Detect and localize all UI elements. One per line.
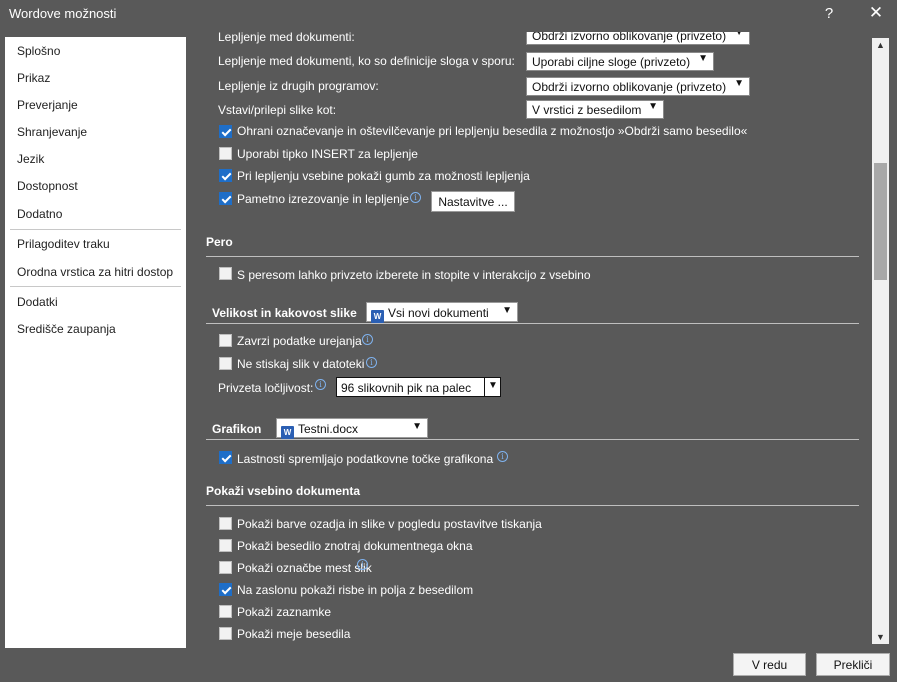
section-header-show-content: Pokaži vsebino dokumenta	[206, 484, 361, 498]
sidebar-item-quick-access-toolbar[interactable]: Orodna vrstica za hitri dostop	[17, 265, 173, 279]
scroll-down-icon[interactable]: ▼	[872, 630, 889, 644]
options-sidebar: Splošno Prikaz Preverjanje Shranjevanje …	[5, 37, 186, 648]
settings-button[interactable]: Nastavitve ...	[431, 191, 515, 212]
show-text-wrapped-checkbox[interactable]	[219, 539, 232, 552]
show-bookmarks-checkbox[interactable]	[219, 605, 232, 618]
chevron-down-icon: ▼	[734, 32, 744, 38]
word-doc-icon: W	[281, 426, 294, 439]
select-value: Vsi novi dokumenti	[388, 306, 489, 320]
chart-properties-checkbox[interactable]	[219, 451, 232, 464]
default-resolution-select[interactable]: 96 slikovnih pik na palec ▼	[336, 377, 501, 397]
show-bookmarks-label: Pokaži zaznamke	[237, 605, 332, 619]
section-divider	[206, 256, 859, 257]
sidebar-item-trust-center[interactable]: Središče zaupanja	[17, 322, 116, 336]
sidebar-item-proofing[interactable]: Preverjanje	[17, 98, 78, 112]
sidebar-item-save[interactable]: Shranjevanje	[17, 125, 87, 139]
select-value: Obdrži izvorno oblikovanje (privzeto)	[532, 32, 727, 43]
info-icon: i	[366, 357, 377, 368]
smart-cut-paste-label: Pametno izrezovanje in lepljenje	[237, 192, 410, 206]
chart-doc-select[interactable]: W Testni.docx ▼	[276, 418, 428, 439]
sidebar-item-addins[interactable]: Dodatki	[17, 295, 58, 309]
info-icon: i	[410, 192, 421, 203]
sidebar-divider	[10, 229, 181, 230]
show-picture-placeholders-label: Pokaži označbe mest slik	[237, 561, 372, 575]
section-header-image-quality: Velikost in kakovost slike	[212, 306, 357, 320]
chevron-down-icon: ▼	[484, 378, 500, 396]
sidebar-divider	[10, 286, 181, 287]
show-drawings-label: Na zaslonu pokaži risbe in polja z besed…	[237, 583, 474, 597]
insert-pictures-as-select[interactable]: V vrstici z besedilom ▼	[526, 100, 664, 119]
title-bar: Wordove možnosti ? ✕	[0, 0, 897, 32]
scroll-up-icon[interactable]: ▲	[872, 38, 889, 52]
info-icon: i	[315, 379, 326, 390]
paste-between-docs-label: Lepljenje med dokumenti:	[218, 32, 355, 44]
sidebar-item-customize-ribbon[interactable]: Prilagoditev traku	[17, 237, 110, 251]
show-background-colors-checkbox[interactable]	[219, 517, 232, 530]
show-text-boundaries-label: Pokaži meje besedila	[237, 627, 351, 641]
window-title: Wordove možnosti	[9, 6, 117, 21]
select-value: V vrstici z besedilom	[532, 103, 642, 117]
sidebar-item-language[interactable]: Jezik	[17, 152, 44, 166]
paste-other-programs-select[interactable]: Obdrži izvorno oblikovanje (privzeto) ▼	[526, 77, 750, 96]
paste-other-programs-label: Lepljenje iz drugih programov:	[218, 79, 379, 93]
paste-between-docs-select[interactable]: Obdrži izvorno oblikovanje (privzeto) ▼	[526, 32, 750, 45]
info-icon: i	[362, 334, 373, 345]
content-scrollbar[interactable]: ▲ ▼	[872, 38, 889, 644]
show-paste-options-label: Pri lepljenju vsebine pokaži gumb za mož…	[237, 169, 530, 183]
select-value: Testni.docx	[298, 422, 359, 436]
keep-bullets-checkbox[interactable]	[219, 125, 232, 138]
smart-cut-paste-checkbox[interactable]	[219, 192, 232, 205]
section-divider	[206, 323, 859, 324]
select-value: 96 slikovnih pik na palec	[341, 381, 472, 395]
no-compress-checkbox[interactable]	[219, 357, 232, 370]
discard-editing-data-checkbox[interactable]	[219, 334, 232, 347]
chevron-down-icon: ▼	[698, 53, 708, 64]
use-insert-key-label: Uporabi tipko INSERT za lepljenje	[237, 147, 418, 161]
chevron-down-icon: ▼	[412, 421, 422, 432]
insert-pictures-as-label: Vstavi/prilepi slike kot:	[218, 103, 337, 117]
show-background-colors-label: Pokaži barve ozadja in slike v pogledu p…	[237, 517, 542, 531]
show-drawings-checkbox[interactable]	[219, 583, 232, 596]
paste-conflict-select[interactable]: Uporabi ciljne sloge (privzeto) ▼	[526, 52, 714, 71]
use-insert-key-checkbox[interactable]	[219, 147, 232, 160]
section-header-chart: Grafikon	[212, 422, 262, 436]
sidebar-item-general[interactable]: Splošno	[17, 44, 60, 58]
image-quality-doc-select[interactable]: W Vsi novi dokumenti ▼	[366, 302, 518, 323]
keep-bullets-label: Ohrani označevanje in oštevilčevanje pri…	[237, 124, 748, 138]
chevron-down-icon: ▼	[648, 101, 658, 112]
close-button[interactable]: ✕	[864, 3, 888, 23]
section-divider	[206, 439, 859, 440]
word-doc-icon: W	[371, 310, 384, 323]
show-text-wrapped-label: Pokaži besedilo znotraj dokumentnega okn…	[237, 539, 473, 553]
pen-interact-label: S peresom lahko privzeto izberete in sto…	[237, 268, 591, 282]
info-icon: i	[357, 559, 368, 570]
show-picture-placeholders-checkbox[interactable]	[219, 561, 232, 574]
scroll-thumb[interactable]	[874, 163, 887, 280]
ok-button[interactable]: V redu	[733, 653, 806, 676]
sidebar-item-display[interactable]: Prikaz	[17, 71, 50, 85]
options-content: Lepljenje med dokumenti: Obdrži izvorno …	[186, 32, 872, 648]
show-paste-options-checkbox[interactable]	[219, 169, 232, 182]
default-resolution-label: Privzeta ločljivost:	[218, 381, 314, 395]
section-header-pen: Pero	[206, 235, 233, 249]
select-value: Obdrži izvorno oblikovanje (privzeto)	[532, 80, 727, 94]
select-value: Uporabi ciljne sloge (privzeto)	[532, 55, 691, 69]
paste-conflict-label: Lepljenje med dokumenti, ko so definicij…	[218, 54, 515, 68]
help-button[interactable]: ?	[817, 5, 841, 22]
info-icon: i	[497, 451, 508, 462]
no-compress-label: Ne stiskaj slik v datoteki	[237, 357, 365, 371]
cancel-button[interactable]: Prekliči	[816, 653, 890, 676]
chevron-down-icon: ▼	[734, 78, 744, 89]
chart-properties-label: Lastnosti spremljajo podatkovne točke gr…	[237, 452, 494, 466]
section-divider	[206, 505, 859, 506]
chevron-down-icon: ▼	[502, 305, 512, 316]
discard-editing-data-label: Zavrzi podatke urejanja	[237, 334, 362, 348]
show-text-boundaries-checkbox[interactable]	[219, 627, 232, 640]
pen-interact-checkbox[interactable]	[219, 267, 232, 280]
sidebar-item-advanced[interactable]: Dodatno	[17, 207, 62, 221]
sidebar-item-accessibility[interactable]: Dostopnost	[17, 179, 78, 193]
